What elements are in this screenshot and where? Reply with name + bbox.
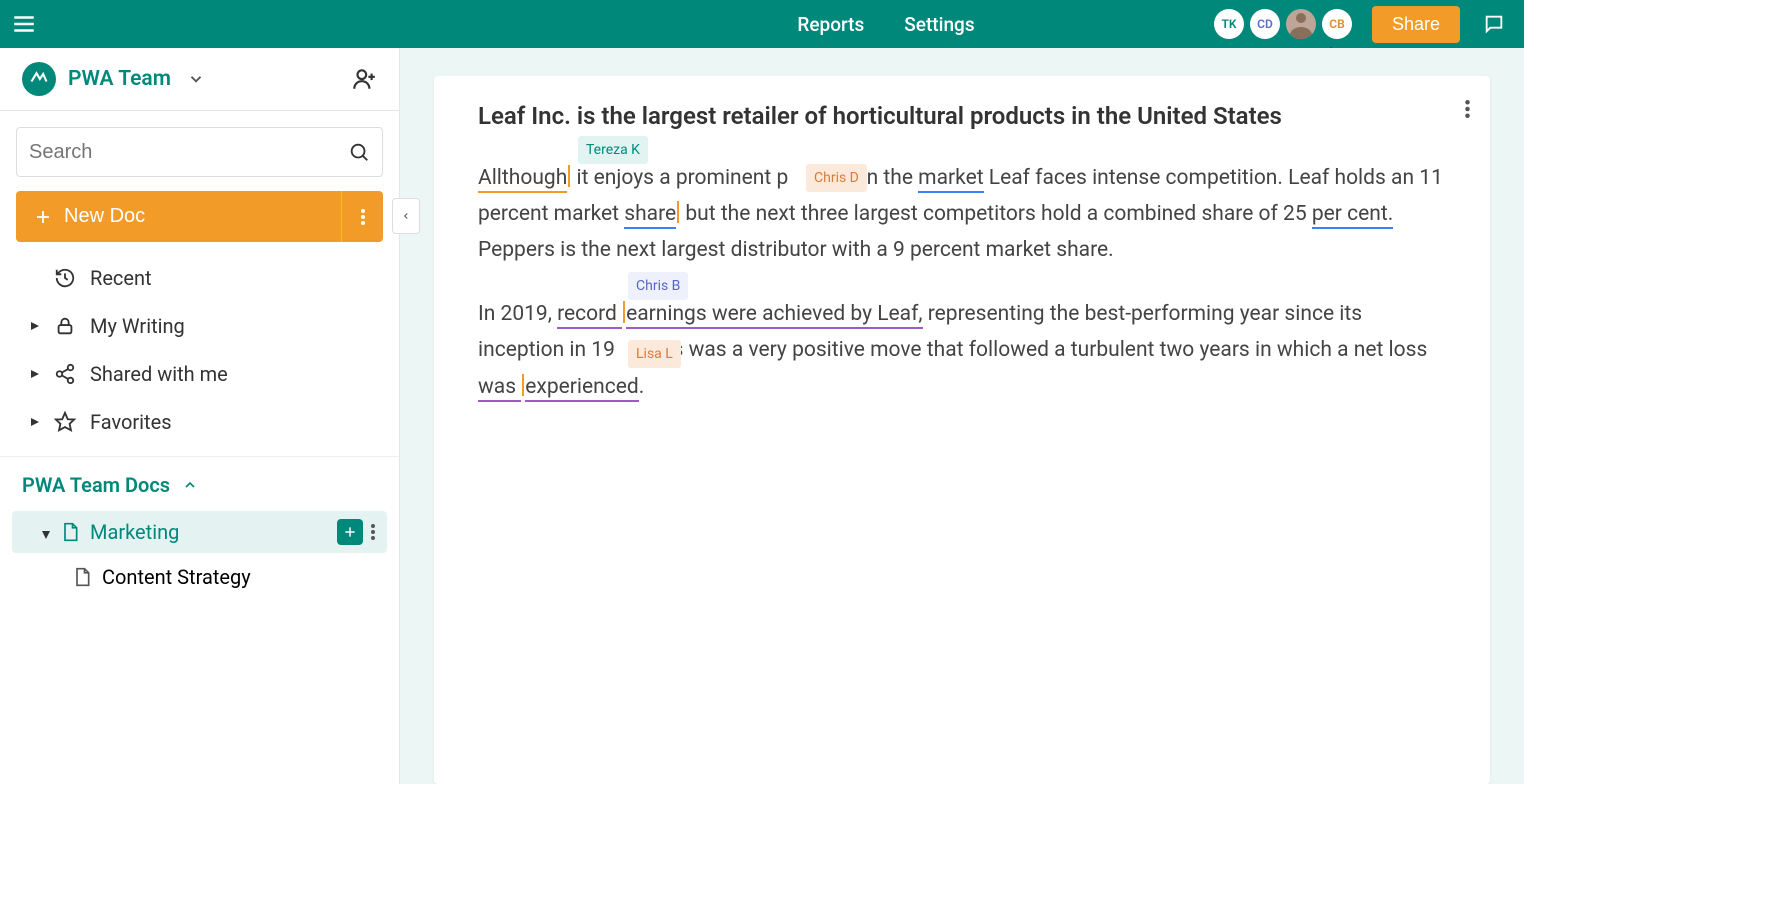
chevron-up-icon — [182, 477, 198, 493]
doc-content-strategy[interactable]: Content Strategy — [12, 557, 387, 597]
folder-marketing[interactable]: Marketing — [12, 511, 387, 553]
top-bar: Reports Settings TK CD CB Lisa L Share — [0, 0, 1524, 48]
text: In 2019, — [478, 302, 557, 326]
search-box[interactable] — [16, 127, 383, 177]
document-icon — [60, 521, 80, 543]
text: it enjoys a prominent p — [571, 166, 788, 190]
star-icon — [54, 411, 76, 433]
text-underline-purple: was — [478, 375, 521, 402]
doc-title[interactable]: Leaf Inc. is the largest retailer of hor… — [478, 102, 1446, 130]
team-switcher[interactable]: PWA Team — [0, 48, 399, 110]
search-icon — [348, 141, 370, 163]
search-input[interactable] — [29, 141, 348, 164]
sidebar: PWA Team New Doc — [0, 48, 400, 784]
team-name: PWA Team — [68, 67, 171, 91]
team-docs-section[interactable]: PWA Team Docs — [0, 456, 399, 509]
hamburger-menu[interactable] — [0, 0, 48, 48]
team-logo-icon — [22, 62, 56, 96]
cursor-orange — [677, 201, 679, 223]
user-avatar-cb[interactable]: CB — [1322, 9, 1352, 39]
history-icon — [54, 267, 76, 289]
document-icon — [72, 566, 92, 588]
team-docs-label: PWA Team Docs — [22, 473, 170, 497]
cursor-orange — [522, 374, 524, 396]
presence-tag-lisa: Lisa L — [628, 340, 681, 368]
nav-label: My Writing — [90, 314, 185, 338]
kebab-icon — [1465, 100, 1470, 118]
text: but the next three largest competitors h… — [680, 202, 1312, 226]
lock-icon — [54, 315, 76, 337]
text-underline-orange: Allthough — [478, 166, 567, 193]
share-button[interactable]: Share — [1372, 6, 1460, 43]
plus-icon — [343, 525, 357, 539]
nav-recent[interactable]: Recent — [0, 254, 399, 302]
nav-label: Favorites — [90, 410, 172, 434]
paragraph[interactable]: Chris B Lisa L In 2019, record earnings … — [478, 296, 1446, 404]
cursor-orange — [568, 165, 570, 187]
cursor-orange — [623, 301, 625, 323]
kebab-icon[interactable] — [371, 524, 375, 540]
text-underline-blue: per cent. — [1312, 202, 1393, 229]
presence-tag-tereza: Tereza K — [578, 136, 648, 164]
new-doc-label: New Doc — [64, 205, 145, 228]
text-underline-purple: experienced — [525, 375, 638, 402]
expand-icon[interactable] — [30, 417, 40, 427]
share-icon — [54, 363, 76, 385]
nav-favorites[interactable]: Favorites — [0, 398, 399, 446]
doc-more-button[interactable] — [1465, 100, 1470, 122]
expand-icon[interactable] — [30, 369, 40, 379]
user-avatar-tk[interactable]: TK — [1214, 9, 1244, 39]
add-doc-button[interactable] — [337, 519, 363, 545]
presence-tag-chrisb: Chris B — [628, 272, 688, 300]
collapse-icon[interactable] — [42, 520, 50, 544]
text-underline-purple: record — [557, 302, 622, 329]
presence-users: TK CD CB Lisa L — [1214, 9, 1352, 39]
nav-label: Recent — [90, 266, 152, 290]
expand-icon[interactable] — [30, 321, 40, 331]
text: . — [639, 375, 645, 399]
comments-icon[interactable] — [1474, 4, 1514, 44]
nav-my-writing[interactable]: My Writing — [0, 302, 399, 350]
new-doc-button[interactable]: New Doc — [16, 191, 341, 242]
text: Peppers is the next largest distributor … — [478, 238, 1114, 262]
user-avatar-lisa[interactable] — [1286, 9, 1316, 39]
plus-icon — [34, 208, 52, 226]
paragraph[interactable]: Tereza K Chris D Allthough it enjoys a p… — [478, 160, 1446, 268]
presence-tag-chrisd: Chris D — [806, 164, 867, 192]
new-doc-more-button[interactable] — [341, 191, 383, 242]
user-avatar-cd[interactable]: CD — [1250, 9, 1280, 39]
document: Leaf Inc. is the largest retailer of hor… — [434, 76, 1490, 784]
text: was a very positive move that followed a… — [683, 338, 1427, 362]
add-user-icon[interactable] — [351, 66, 377, 92]
chevron-left-icon — [401, 209, 411, 223]
text-underline-blue: market — [918, 166, 983, 193]
nav-shared[interactable]: Shared with me — [0, 350, 399, 398]
folder-label: Marketing — [90, 520, 179, 544]
chevron-down-icon[interactable] — [187, 70, 205, 88]
kebab-icon — [361, 209, 365, 225]
nav-label: Shared with me — [90, 362, 228, 386]
text-underline-blue: share — [624, 202, 676, 229]
doc-label: Content Strategy — [102, 565, 251, 589]
text-underline-purple: earnings were achieved by Leaf, — [626, 302, 922, 329]
sidebar-collapse-button[interactable] — [392, 198, 420, 234]
